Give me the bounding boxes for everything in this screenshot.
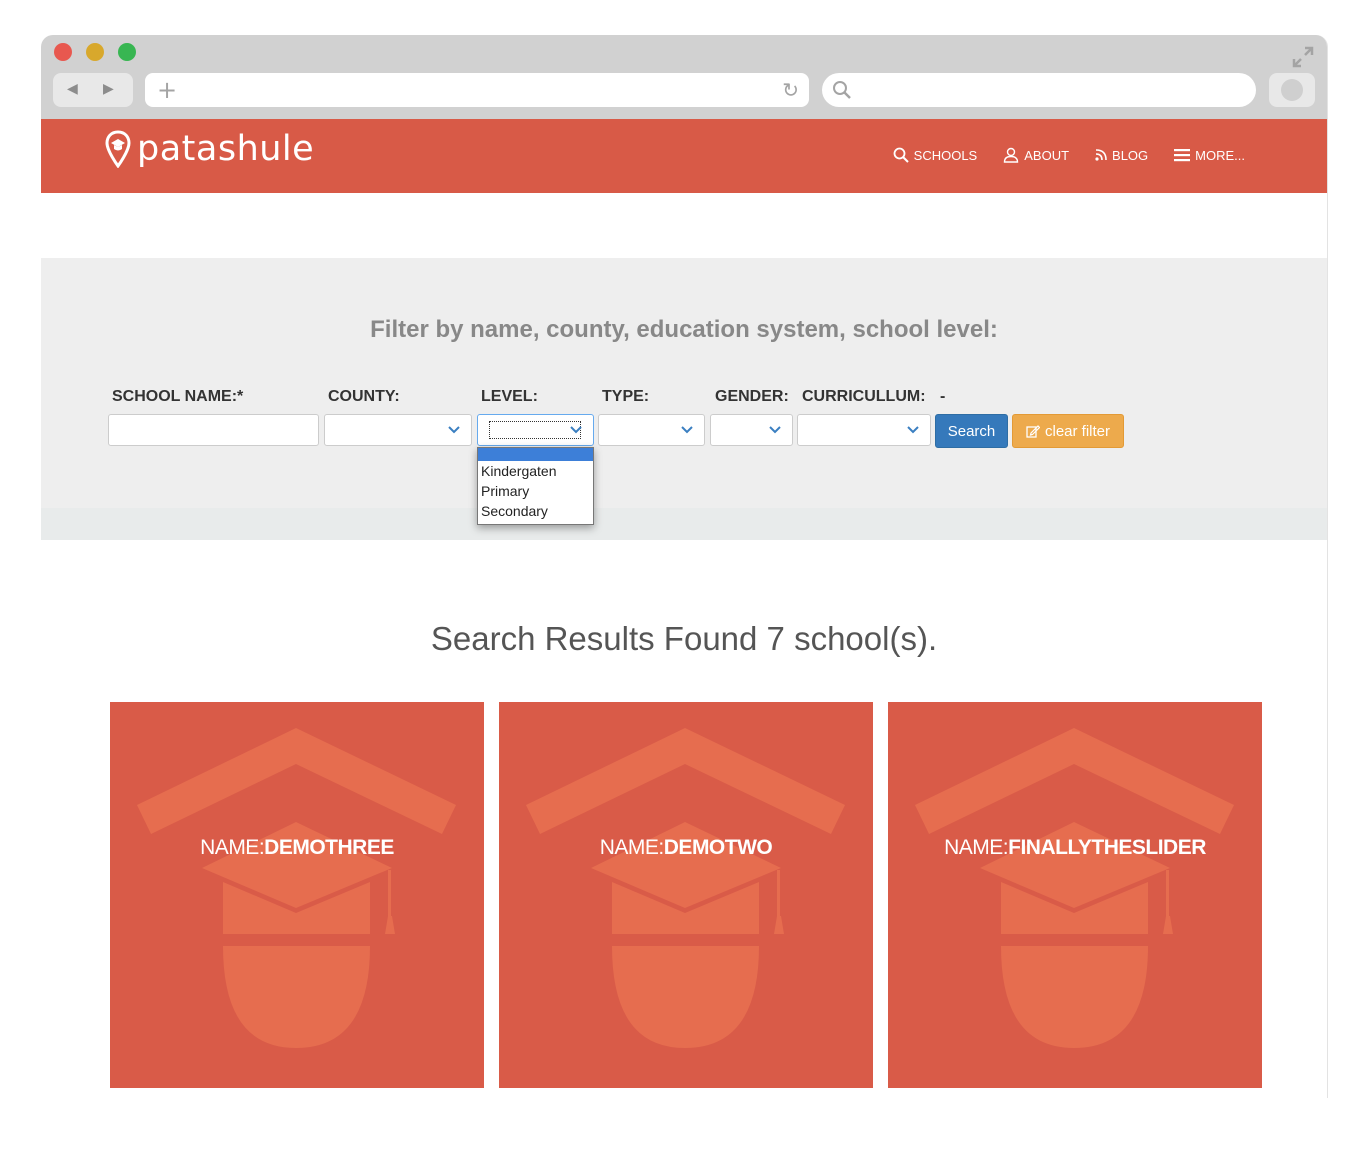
curriculum-label: CURRICULLUM: (802, 388, 926, 405)
nav-label: BLOG (1112, 147, 1149, 163)
school-card[interactable]: NAME:DEMOTHREE (110, 702, 484, 1088)
school-name: DEMOTHREE (264, 836, 394, 859)
search-button-label: Search (947, 422, 996, 440)
history-nav: ◀ ▶ (53, 73, 133, 107)
graduation-cap-icon (137, 728, 456, 1048)
type-label: TYPE: (602, 388, 650, 405)
avatar (1281, 79, 1303, 101)
rss-icon (1095, 149, 1107, 161)
close-window-button[interactable] (54, 43, 72, 61)
gender-label: GENDER: (715, 388, 789, 405)
filter-title: Filter by name, county, education system… (370, 316, 998, 343)
browser-window: ◀ ▶ + ↻ patashule SCHOOLS ABOUT BLOG MOR… (41, 35, 1328, 1098)
menu-icon (1174, 149, 1191, 162)
nav-label: ABOUT (1024, 147, 1070, 163)
plus-icon[interactable]: + (157, 76, 177, 104)
name-prefix: NAME: (599, 836, 665, 859)
chevron-down-icon (769, 426, 781, 434)
chevron-down-icon (907, 426, 919, 434)
nav-label: MORE... (1195, 147, 1245, 163)
gender-select[interactable] (710, 414, 793, 446)
profile-button[interactable] (1269, 73, 1315, 107)
graduation-cap-icon (526, 728, 845, 1048)
maximize-window-button[interactable] (118, 43, 136, 61)
level-select[interactable] (477, 414, 594, 446)
back-icon[interactable]: ◀ (67, 81, 78, 97)
top-nav: SCHOOLS ABOUT BLOG MORE... (893, 147, 1245, 163)
type-select[interactable] (598, 414, 705, 446)
name-prefix: NAME: (200, 836, 265, 859)
dropdown-option-secondary[interactable]: Secondary (478, 501, 593, 521)
school-name-input[interactable] (108, 414, 319, 446)
edit-icon (1026, 425, 1040, 438)
minimize-window-button[interactable] (86, 43, 104, 61)
expand-icon[interactable] (1291, 45, 1315, 69)
dash-label: - (940, 388, 946, 405)
reload-icon[interactable]: ↻ (782, 78, 799, 102)
nav-item-more[interactable]: MORE... (1174, 147, 1245, 163)
results-title: Search Results Found 7 school(s). (430, 620, 938, 657)
nav-item-schools[interactable]: SCHOOLS (893, 147, 978, 163)
level-label: LEVEL: (481, 388, 538, 405)
nav-item-blog[interactable]: BLOG (1095, 147, 1148, 163)
name-prefix: NAME: (944, 836, 1009, 859)
clear-filter-button[interactable]: clear filter (1012, 414, 1124, 448)
forward-icon[interactable]: ▶ (103, 81, 114, 97)
map-pin-logo-icon (105, 130, 131, 168)
search-button[interactable]: Search (935, 414, 1008, 448)
magnifier-icon (833, 81, 851, 99)
filter-panel: Filter by name, county, education system… (41, 258, 1327, 540)
school-name-label: SCHOOL NAME:* (112, 388, 244, 405)
school-name: DEMOTWO (663, 836, 773, 859)
nav-label: SCHOOLS (913, 147, 978, 163)
chevron-down-icon (448, 426, 460, 434)
filter-panel-footer (41, 508, 1327, 540)
school-card-name: NAME:DEMOTHREE (110, 836, 484, 860)
search-icon (893, 147, 909, 163)
site-logo[interactable]: patashule (105, 129, 314, 169)
chevron-down-icon (681, 426, 693, 434)
address-bar[interactable]: + ↻ (145, 73, 809, 107)
focus-ring (489, 421, 581, 439)
dropdown-option-primary[interactable]: Primary (478, 481, 593, 501)
graduation-cap-icon (915, 728, 1234, 1048)
school-card[interactable]: NAME:DEMOTWO (499, 702, 873, 1088)
brand-name: patashule (137, 129, 315, 169)
county-select[interactable] (324, 414, 472, 446)
site-header: patashule SCHOOLS ABOUT BLOG MORE... (41, 119, 1327, 193)
dropdown-option-kindergaten[interactable]: Kindergaten (478, 461, 593, 481)
nav-item-about[interactable]: ABOUT (1003, 147, 1069, 163)
school-name: FINALLYTHESLIDER (1008, 836, 1206, 859)
county-label: COUNTY: (328, 388, 400, 405)
chevron-down-icon (570, 426, 582, 434)
school-card[interactable]: NAME:FINALLYTHESLIDER (888, 702, 1262, 1088)
browser-search-input[interactable] (822, 73, 1256, 107)
clear-filter-label: clear filter (1044, 422, 1111, 440)
user-icon (1004, 147, 1019, 163)
school-card-name: NAME:DEMOTWO (499, 836, 873, 860)
curriculum-select[interactable] (797, 414, 931, 446)
browser-toolbar: ◀ ▶ + ↻ (41, 35, 1327, 119)
school-card-name: NAME:FINALLYTHESLIDER (888, 836, 1262, 860)
dropdown-option-blank[interactable] (478, 448, 593, 461)
level-dropdown-list: Kindergaten Primary Secondary (477, 447, 594, 525)
